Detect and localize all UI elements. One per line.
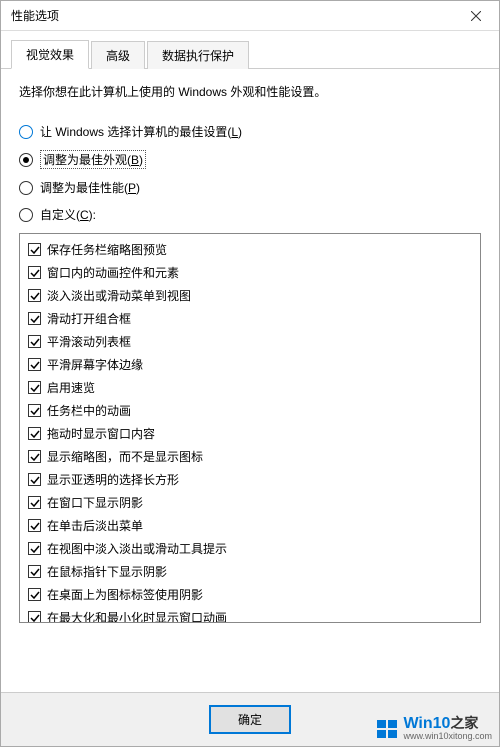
check-item[interactable]: 显示缩略图，而不是显示图标 <box>26 445 474 468</box>
checkbox-icon <box>28 289 41 302</box>
radio-best-perf[interactable]: 调整为最佳性能(P) <box>19 179 481 196</box>
check-item[interactable]: 平滑滚动列表框 <box>26 330 474 353</box>
check-item[interactable]: 保存任务栏缩略图预览 <box>26 238 474 261</box>
check-label: 显示亚透明的选择长方形 <box>47 471 179 488</box>
check-label: 任务栏中的动画 <box>47 402 131 419</box>
radio-button-icon <box>19 208 33 222</box>
checkbox-icon <box>28 588 41 601</box>
radio-custom[interactable]: 自定义(C): <box>19 206 481 223</box>
check-label: 在单击后淡出菜单 <box>47 517 143 534</box>
check-label: 启用速览 <box>47 379 95 396</box>
checkbox-icon <box>28 496 41 509</box>
checkbox-icon <box>28 450 41 463</box>
check-label: 窗口内的动画控件和元素 <box>47 264 179 281</box>
radio-label: 让 Windows 选择计算机的最佳设置(L) <box>40 123 242 140</box>
checkbox-icon <box>28 358 41 371</box>
check-item[interactable]: 任务栏中的动画 <box>26 399 474 422</box>
check-label: 在窗口下显示阴影 <box>47 494 143 511</box>
checkbox-icon <box>28 381 41 394</box>
check-label: 在鼠标指针下显示阴影 <box>47 563 167 580</box>
close-icon <box>471 11 481 21</box>
check-item[interactable]: 启用速览 <box>26 376 474 399</box>
button-bar: 确定 <box>1 692 499 746</box>
check-item[interactable]: 窗口内的动画控件和元素 <box>26 261 474 284</box>
radio-label: 调整为最佳外观(B) <box>40 150 146 169</box>
custom-effects-list[interactable]: 保存任务栏缩略图预览窗口内的动画控件和元素淡入淡出或滑动菜单到视图滑动打开组合框… <box>19 233 481 623</box>
window-title: 性能选项 <box>11 7 453 24</box>
radio-label: 自定义(C): <box>40 206 96 223</box>
tab-0[interactable]: 视觉效果 <box>11 40 89 69</box>
check-label: 滑动打开组合框 <box>47 310 131 327</box>
checkbox-icon <box>28 312 41 325</box>
radio-button-icon <box>19 125 33 139</box>
check-label: 在桌面上为图标标签使用阴影 <box>47 586 203 603</box>
check-item[interactable]: 在视图中淡入淡出或滑动工具提示 <box>26 537 474 560</box>
checkbox-icon <box>28 335 41 348</box>
ok-button[interactable]: 确定 <box>209 705 291 734</box>
check-item[interactable]: 滑动打开组合框 <box>26 307 474 330</box>
check-item[interactable]: 在鼠标指针下显示阴影 <box>26 560 474 583</box>
radio-best-look[interactable]: 调整为最佳外观(B) <box>19 150 481 169</box>
check-label: 平滑滚动列表框 <box>47 333 131 350</box>
check-item[interactable]: 在最大化和最小化时显示窗口动画 <box>26 606 474 623</box>
checkbox-icon <box>28 611 41 623</box>
tab-1[interactable]: 高级 <box>91 41 145 69</box>
check-item[interactable]: 淡入淡出或滑动菜单到视图 <box>26 284 474 307</box>
checkbox-icon <box>28 266 41 279</box>
check-label: 显示缩略图，而不是显示图标 <box>47 448 203 465</box>
checkbox-icon <box>28 542 41 555</box>
checkbox-icon <box>28 243 41 256</box>
close-button[interactable] <box>453 1 499 31</box>
tab-2[interactable]: 数据执行保护 <box>147 41 249 69</box>
checkbox-icon <box>28 404 41 417</box>
check-item[interactable]: 在桌面上为图标标签使用阴影 <box>26 583 474 606</box>
radio-auto[interactable]: 让 Windows 选择计算机的最佳设置(L) <box>19 123 481 140</box>
radio-button-icon <box>19 181 33 195</box>
check-item[interactable]: 拖动时显示窗口内容 <box>26 422 474 445</box>
radio-label: 调整为最佳性能(P) <box>40 179 140 196</box>
description-text: 选择你想在此计算机上使用的 Windows 外观和性能设置。 <box>19 83 481 101</box>
check-label: 拖动时显示窗口内容 <box>47 425 155 442</box>
titlebar: 性能选项 <box>1 1 499 31</box>
check-item[interactable]: 在窗口下显示阴影 <box>26 491 474 514</box>
check-label: 淡入淡出或滑动菜单到视图 <box>47 287 191 304</box>
performance-options-window: 性能选项 视觉效果高级数据执行保护 选择你想在此计算机上使用的 Windows … <box>0 0 500 747</box>
checkbox-icon <box>28 519 41 532</box>
radio-group: 让 Windows 选择计算机的最佳设置(L) 调整为最佳外观(B) 调整为最佳性能… <box>19 123 481 223</box>
check-label: 在最大化和最小化时显示窗口动画 <box>47 609 227 623</box>
checkbox-icon <box>28 473 41 486</box>
check-item[interactable]: 在单击后淡出菜单 <box>26 514 474 537</box>
check-label: 平滑屏幕字体边缘 <box>47 356 143 373</box>
check-item[interactable]: 显示亚透明的选择长方形 <box>26 468 474 491</box>
check-label: 保存任务栏缩略图预览 <box>47 241 167 258</box>
check-label: 在视图中淡入淡出或滑动工具提示 <box>47 540 227 557</box>
checkbox-icon <box>28 427 41 440</box>
check-item[interactable]: 平滑屏幕字体边缘 <box>26 353 474 376</box>
checkbox-icon <box>28 565 41 578</box>
radio-button-icon <box>19 153 33 167</box>
tabs-row: 视觉效果高级数据执行保护 <box>1 31 499 69</box>
tab-content: 选择你想在此计算机上使用的 Windows 外观和性能设置。 让 Windows… <box>1 69 499 692</box>
